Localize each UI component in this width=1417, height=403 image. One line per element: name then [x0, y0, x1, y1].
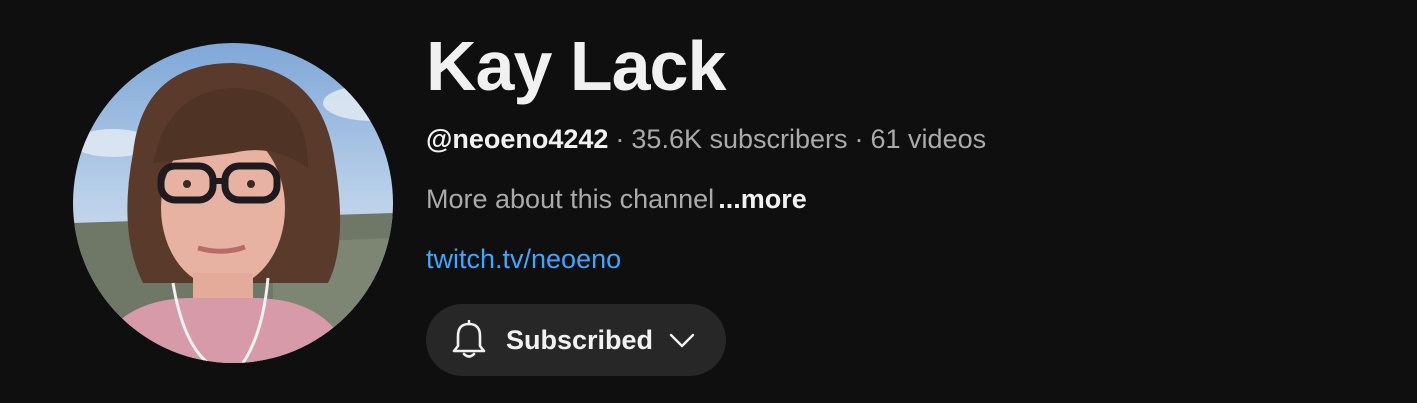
channel-description[interactable]: More about this channel ...more: [426, 183, 807, 215]
subscribed-label: Subscribed: [506, 325, 654, 355]
channel-meta: @neoeno4242 · 35.6K subscribers · 61 videos: [426, 123, 986, 155]
subscribed-button[interactable]: Subscribed: [426, 304, 726, 376]
channel-avatar[interactable]: [73, 43, 393, 363]
bell-icon: [452, 320, 486, 358]
channel-external-link[interactable]: twitch.tv/neoeno: [426, 243, 621, 275]
chevron-down-icon: [669, 333, 695, 348]
meta-separator: ·: [854, 124, 864, 154]
subscriber-count: 35.6K subscribers: [631, 124, 848, 154]
description-text: More about this channel: [426, 184, 715, 214]
channel-handle: @neoeno4242: [426, 124, 609, 154]
video-count: 61 videos: [870, 124, 987, 154]
channel-name: Kay Lack: [426, 27, 726, 105]
meta-separator: ·: [615, 124, 625, 154]
more-link[interactable]: ...more: [718, 184, 807, 214]
